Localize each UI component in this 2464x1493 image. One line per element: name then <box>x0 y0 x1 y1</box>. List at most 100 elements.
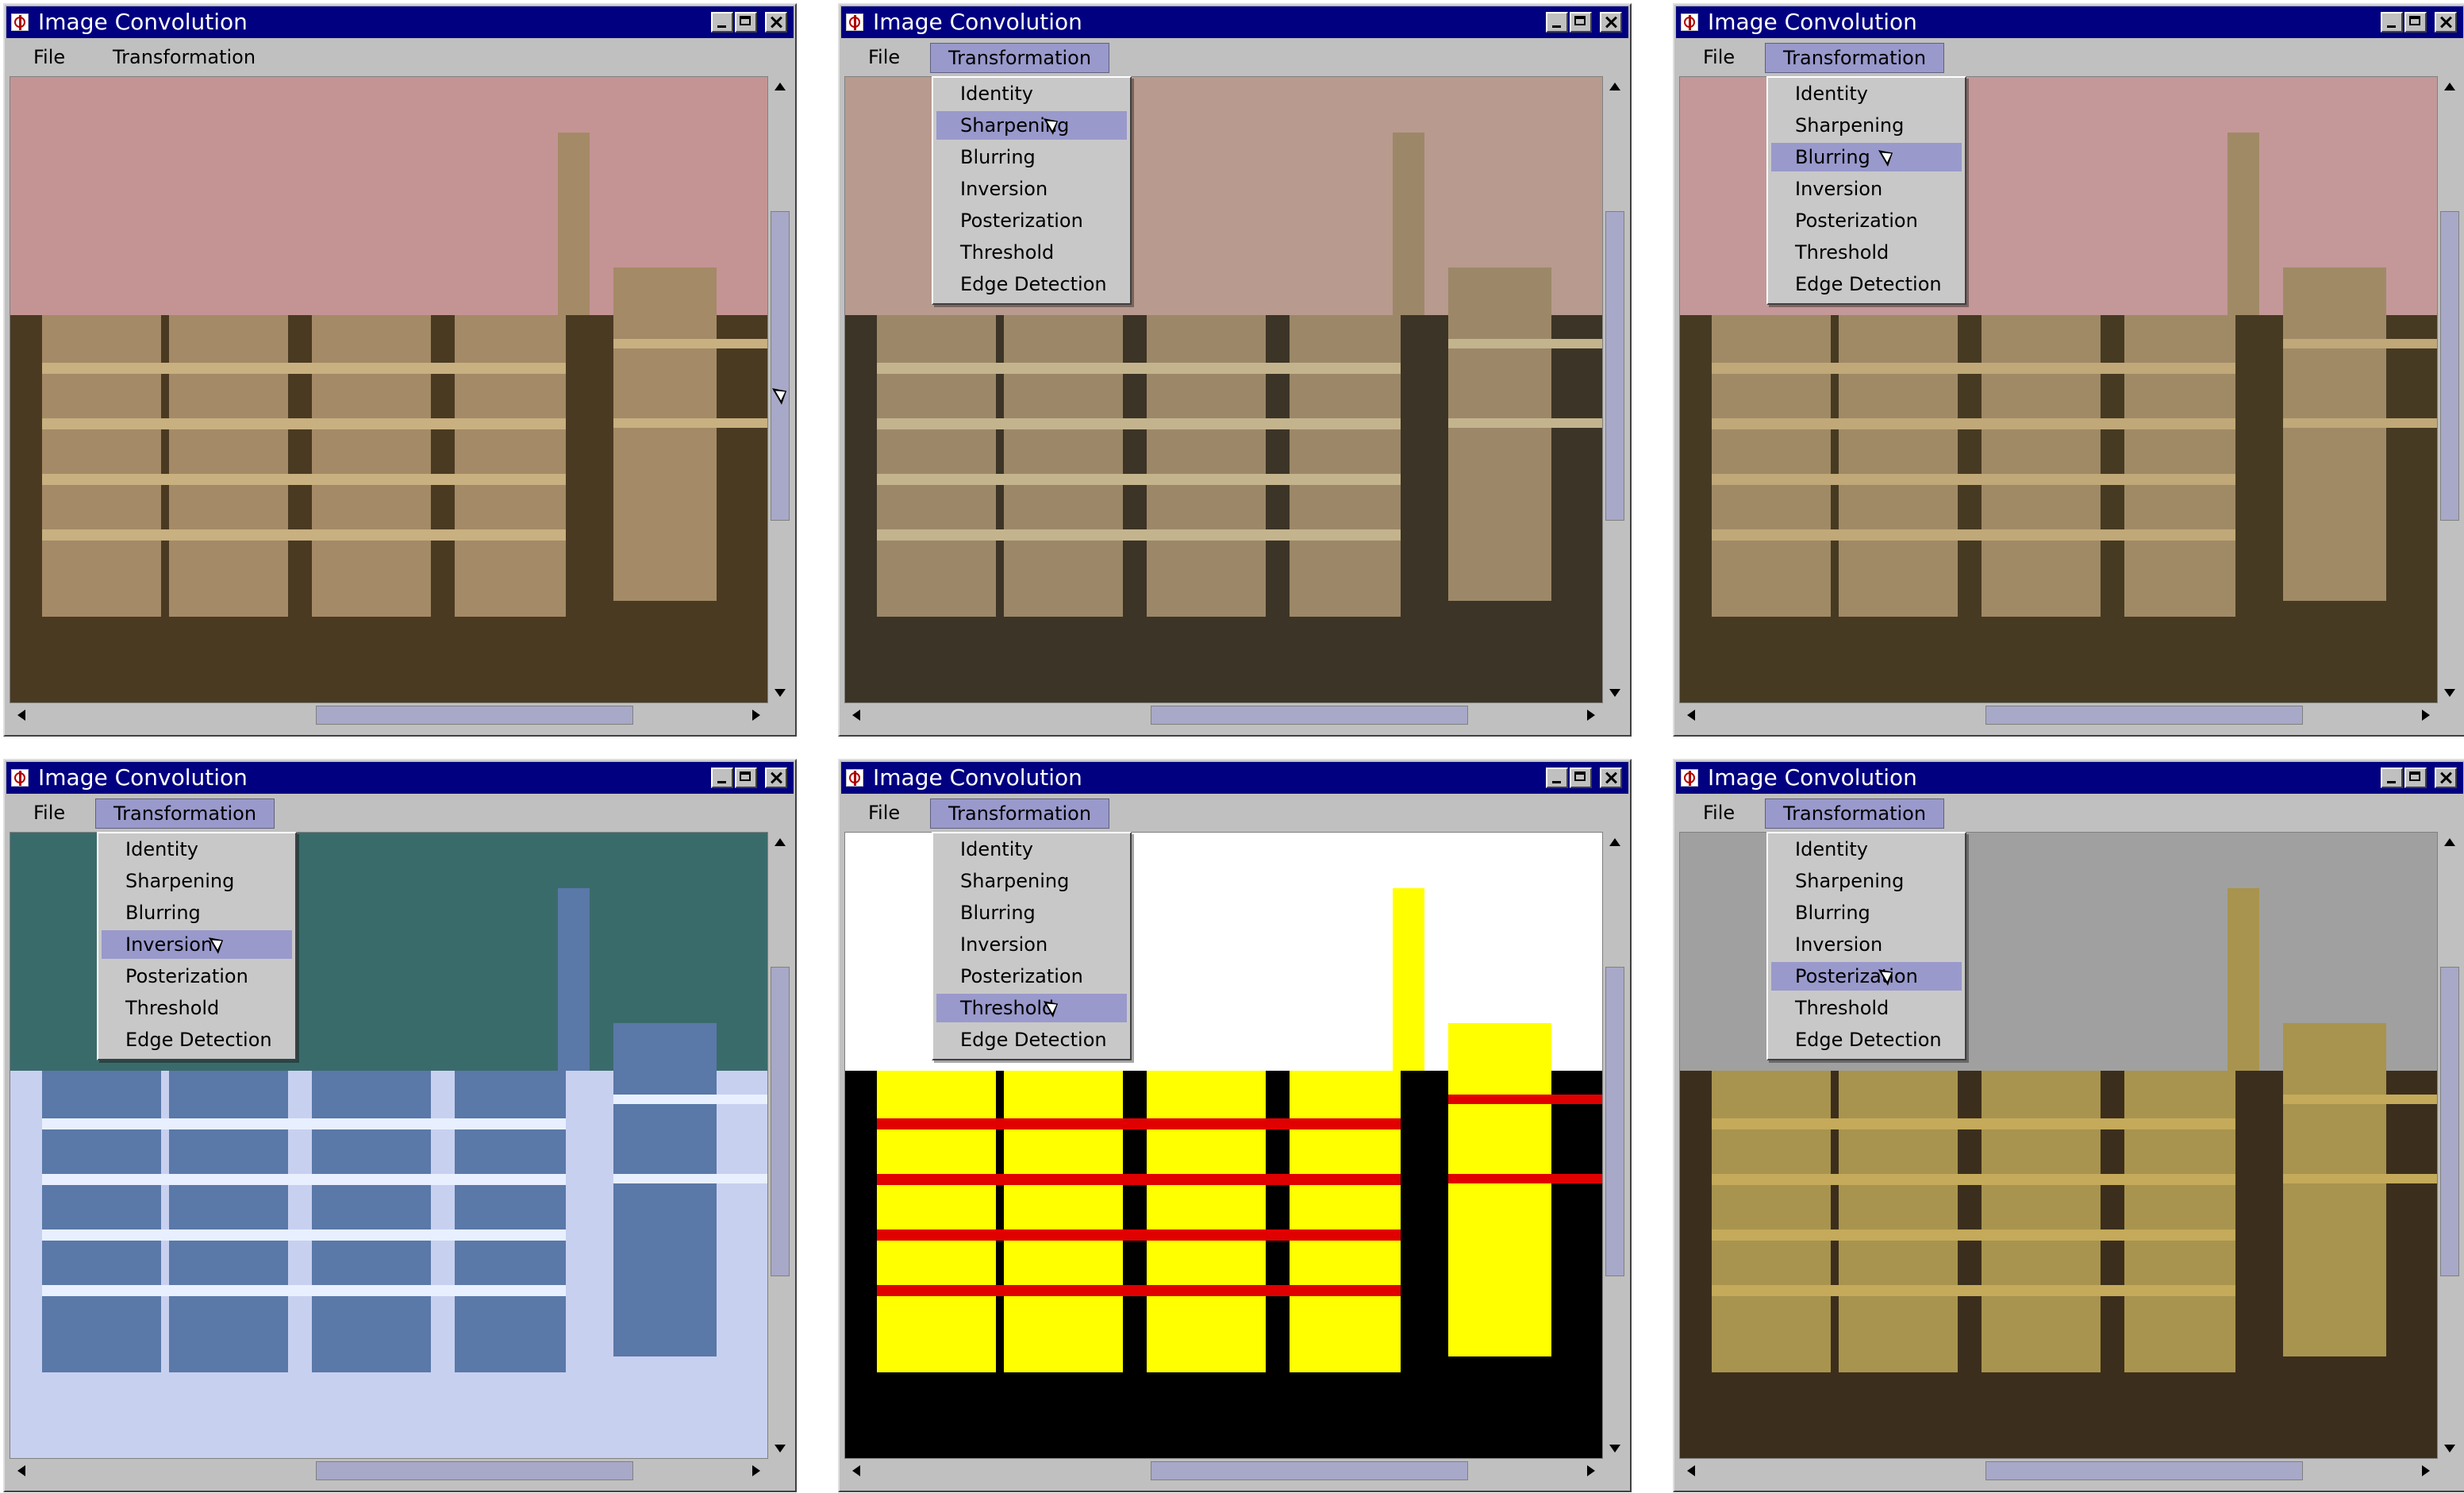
menu-item-identity[interactable]: Identity <box>936 79 1127 108</box>
vertical-scrollbar[interactable] <box>2438 76 2462 703</box>
java-app-icon[interactable] <box>1681 769 1698 787</box>
vertical-scrollbar[interactable] <box>768 832 792 1459</box>
horizontal-scroll-thumb[interactable] <box>316 706 633 725</box>
scroll-down-icon[interactable] <box>775 1445 786 1453</box>
menu-item-blurring[interactable]: Blurring <box>102 898 292 927</box>
scroll-right-icon[interactable] <box>1587 1465 1595 1476</box>
title-bar[interactable]: Image Convolution <box>6 6 794 38</box>
java-app-icon[interactable] <box>846 13 863 31</box>
vertical-scroll-thumb[interactable] <box>771 967 790 1276</box>
menu-file[interactable]: File <box>1686 43 1752 71</box>
image-convolution-window[interactable]: Image Convolution File Transformation <box>3 759 797 1492</box>
menu-item-identity[interactable]: Identity <box>1771 79 1962 108</box>
horizontal-scrollbar[interactable] <box>1679 1459 2438 1483</box>
maximize-button[interactable] <box>2404 768 2427 788</box>
menu-file[interactable]: File <box>16 43 83 71</box>
minimize-button[interactable] <box>2381 768 2403 788</box>
menu-item-sharpening[interactable]: Sharpening <box>1771 111 1962 140</box>
scroll-up-icon[interactable] <box>1609 838 1620 846</box>
vertical-scroll-thumb[interactable] <box>2440 211 2459 521</box>
menu-item-blurring[interactable]: Blurring <box>936 143 1127 171</box>
menu-item-threshold[interactable]: Threshold <box>1771 994 1962 1022</box>
menu-item-posterization[interactable]: Posterization <box>1771 962 1962 991</box>
horizontal-scrollbar[interactable] <box>844 703 1603 727</box>
menu-item-edge-detection[interactable]: Edge Detection <box>102 1025 292 1054</box>
horizontal-scrollbar[interactable] <box>10 703 768 727</box>
scroll-down-icon[interactable] <box>775 689 786 697</box>
menu-transformation[interactable]: Transformation <box>930 43 1110 73</box>
menu-item-sharpening[interactable]: Sharpening <box>936 867 1127 895</box>
scroll-right-icon[interactable] <box>752 710 760 721</box>
scroll-left-icon[interactable] <box>17 710 25 721</box>
minimize-button[interactable] <box>711 768 733 788</box>
scroll-left-icon[interactable] <box>1687 1465 1695 1476</box>
maximize-button[interactable] <box>1570 12 1592 33</box>
menu-item-inversion[interactable]: Inversion <box>936 175 1127 203</box>
scroll-left-icon[interactable] <box>17 1465 25 1476</box>
menu-item-edge-detection[interactable]: Edge Detection <box>936 270 1127 298</box>
image-convolution-window[interactable]: Image Convolution File Transformation <box>1673 759 2464 1492</box>
maximize-button[interactable] <box>735 12 757 33</box>
scroll-down-icon[interactable] <box>2444 1445 2455 1453</box>
scroll-up-icon[interactable] <box>2444 838 2455 846</box>
minimize-button[interactable] <box>1546 12 1568 33</box>
menu-item-inversion[interactable]: Inversion <box>1771 175 1962 203</box>
scroll-down-icon[interactable] <box>1609 689 1620 697</box>
scroll-up-icon[interactable] <box>1609 83 1620 90</box>
menu-item-inversion[interactable]: Inversion <box>1771 930 1962 959</box>
menu-item-sharpening[interactable]: Sharpening <box>936 111 1127 140</box>
menu-item-identity[interactable]: Identity <box>936 835 1127 864</box>
menu-transformation[interactable]: Transformation <box>1765 43 1945 73</box>
image-convolution-window[interactable]: Image Convolution File Transformation <box>1673 3 2464 737</box>
close-button[interactable] <box>2435 12 2457 33</box>
scroll-down-icon[interactable] <box>1609 1445 1620 1453</box>
menu-item-sharpening[interactable]: Sharpening <box>1771 867 1962 895</box>
menu-item-threshold[interactable]: Threshold <box>936 994 1127 1022</box>
image-convolution-window[interactable]: Image Convolution File Transformation <box>3 3 797 737</box>
minimize-button[interactable] <box>711 12 733 33</box>
scroll-up-icon[interactable] <box>2444 83 2455 90</box>
horizontal-scrollbar[interactable] <box>10 1459 768 1483</box>
menu-item-posterization[interactable]: Posterization <box>1771 206 1962 235</box>
scroll-left-icon[interactable] <box>852 710 860 721</box>
menu-item-posterization[interactable]: Posterization <box>936 962 1127 991</box>
menu-item-posterization[interactable]: Posterization <box>102 962 292 991</box>
close-button[interactable] <box>1600 768 1622 788</box>
horizontal-scrollbar[interactable] <box>844 1459 1603 1483</box>
java-app-icon[interactable] <box>11 13 29 31</box>
minimize-button[interactable] <box>1546 768 1568 788</box>
menu-file[interactable]: File <box>16 798 83 827</box>
java-app-icon[interactable] <box>846 769 863 787</box>
menu-item-edge-detection[interactable]: Edge Detection <box>1771 270 1962 298</box>
horizontal-scroll-thumb[interactable] <box>316 1461 633 1480</box>
title-bar[interactable]: Image Convolution <box>1676 762 2463 794</box>
minimize-button[interactable] <box>2381 12 2403 33</box>
title-bar[interactable]: Image Convolution <box>841 6 1628 38</box>
scroll-right-icon[interactable] <box>2422 1465 2430 1476</box>
menu-transformation[interactable]: Transformation <box>95 43 273 71</box>
maximize-button[interactable] <box>735 768 757 788</box>
java-app-icon[interactable] <box>1681 13 1698 31</box>
close-button[interactable] <box>765 768 787 788</box>
menu-item-edge-detection[interactable]: Edge Detection <box>1771 1025 1962 1054</box>
image-convolution-window[interactable]: Image Convolution File Transformation <box>838 759 1632 1492</box>
scroll-left-icon[interactable] <box>1687 710 1695 721</box>
scroll-up-icon[interactable] <box>775 838 786 846</box>
vertical-scroll-thumb[interactable] <box>1605 211 1624 521</box>
menu-item-threshold[interactable]: Threshold <box>1771 238 1962 267</box>
menu-item-identity[interactable]: Identity <box>1771 835 1962 864</box>
scroll-down-icon[interactable] <box>2444 689 2455 697</box>
menu-item-edge-detection[interactable]: Edge Detection <box>936 1025 1127 1054</box>
scroll-up-icon[interactable] <box>775 83 786 90</box>
menu-file[interactable]: File <box>851 798 917 827</box>
menu-item-threshold[interactable]: Threshold <box>936 238 1127 267</box>
scroll-right-icon[interactable] <box>2422 710 2430 721</box>
menu-file[interactable]: File <box>1686 798 1752 827</box>
menu-item-identity[interactable]: Identity <box>102 835 292 864</box>
scroll-left-icon[interactable] <box>852 1465 860 1476</box>
image-convolution-window[interactable]: Image Convolution File Transformation <box>838 3 1632 737</box>
vertical-scroll-thumb[interactable] <box>1605 967 1624 1276</box>
menu-item-threshold[interactable]: Threshold <box>102 994 292 1022</box>
java-app-icon[interactable] <box>11 769 29 787</box>
horizontal-scroll-thumb[interactable] <box>1985 706 2303 725</box>
